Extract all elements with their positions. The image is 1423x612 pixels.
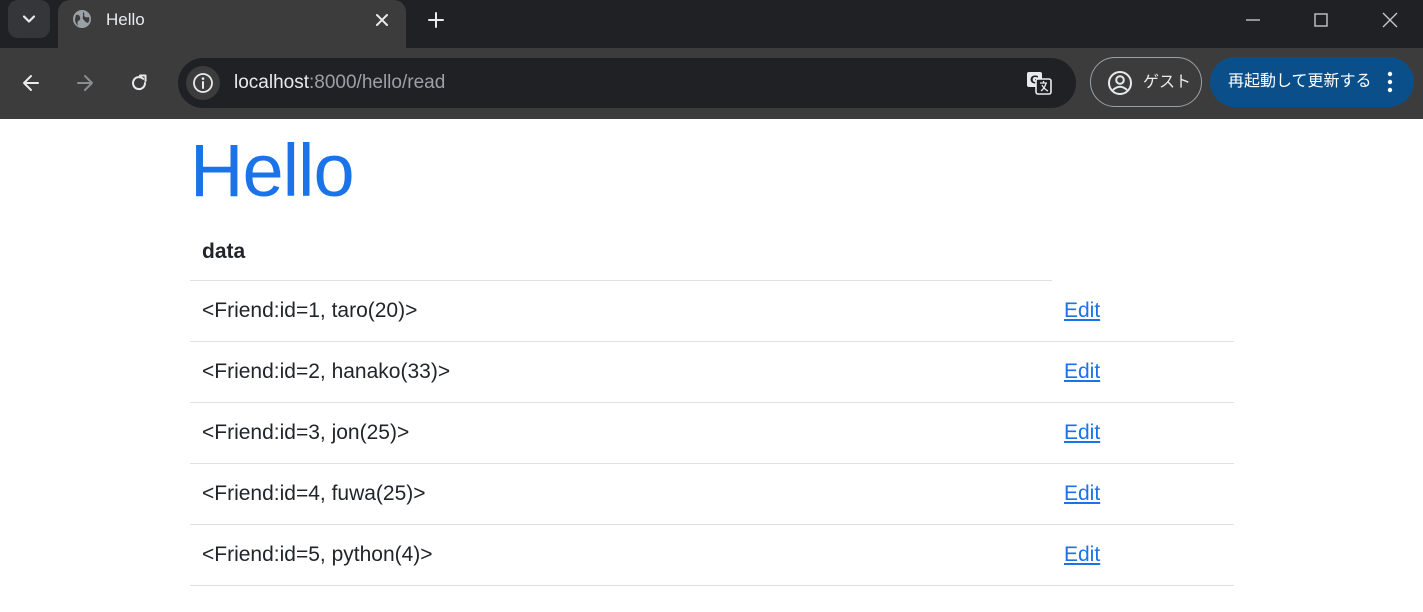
tab-title: Hello: [106, 10, 145, 29]
row-label: <Friend:id=3, jon(25)>: [202, 421, 410, 444]
table-row: <Friend:id=3, jon(25)> Edit: [190, 403, 1234, 464]
update-label: 再起動して更新する: [1228, 71, 1372, 90]
active-tab[interactable]: Hello: [58, 0, 406, 48]
relaunch-update-button[interactable]: 再起動して更新する: [1210, 57, 1414, 107]
edit-link[interactable]: Edit: [1064, 359, 1100, 385]
chevron-down-icon: [22, 15, 36, 23]
arrow-right-icon: [77, 75, 93, 91]
browser-toolbar: localhost:8000/hello/read G ゲスト 再起動して更新す…: [0, 48, 1423, 119]
maximize-icon: [1314, 13, 1328, 27]
table-row: <Friend:id=1, taro(20)> Edit: [190, 281, 1234, 342]
profile-button[interactable]: ゲスト: [1090, 57, 1202, 107]
tab-search-button[interactable]: [8, 0, 50, 38]
table-header-row: data: [190, 225, 1234, 281]
window-close-button[interactable]: [1375, 6, 1405, 34]
row-label: <Friend:id=5, python(4)>: [202, 543, 433, 566]
tab-strip: Hello: [0, 0, 1423, 48]
row-label: <Friend:id=1, taro(20)>: [202, 299, 418, 322]
minimize-icon: [1246, 19, 1260, 21]
translate-icon: G: [1027, 72, 1052, 95]
url-host: localhost: [234, 72, 309, 93]
globe-icon: [73, 10, 91, 28]
account-icon: [1108, 71, 1132, 95]
plus-icon: [428, 12, 444, 28]
url-path: :8000/hello/read: [309, 72, 446, 93]
table-header-cell: data: [190, 225, 1052, 281]
table-row: <Friend:id=5, python(4)> Edit: [190, 525, 1234, 586]
profile-label: ゲスト: [1143, 72, 1192, 91]
row-label: <Friend:id=2, hanako(33)>: [202, 360, 451, 383]
table-header-label: data: [202, 240, 246, 263]
page-title: Hello: [190, 129, 355, 212]
edit-link[interactable]: Edit: [1064, 420, 1100, 446]
more-menu-button[interactable]: [1382, 69, 1398, 95]
close-icon: [1382, 12, 1398, 28]
reload-icon: [132, 74, 147, 91]
address-bar[interactable]: localhost:8000/hello/read G: [178, 58, 1076, 108]
page-content: Hello data <Friend:id=1, taro(20)> Edit …: [0, 119, 1423, 612]
reload-button[interactable]: [124, 68, 154, 98]
edit-link[interactable]: Edit: [1064, 481, 1100, 507]
data-table: data <Friend:id=1, taro(20)> Edit <Frien…: [190, 225, 1234, 586]
translate-button[interactable]: G: [1024, 69, 1054, 97]
maximize-button[interactable]: [1306, 6, 1336, 34]
table-row: <Friend:id=4, fuwa(25)> Edit: [190, 464, 1234, 525]
forward-button[interactable]: [70, 68, 100, 98]
table-row: <Friend:id=2, hanako(33)> Edit: [190, 342, 1234, 403]
new-tab-button[interactable]: [422, 6, 450, 34]
site-info-button[interactable]: [186, 66, 220, 100]
info-icon: [193, 73, 213, 93]
more-vertical-icon: [1387, 71, 1393, 93]
close-icon: [376, 14, 388, 26]
edit-link[interactable]: Edit: [1064, 542, 1100, 568]
url-text[interactable]: localhost:8000/hello/read: [234, 71, 445, 95]
arrow-left-icon: [23, 75, 39, 91]
tab-close-button[interactable]: [370, 8, 394, 32]
minimize-button[interactable]: [1238, 6, 1268, 34]
edit-link[interactable]: Edit: [1064, 298, 1100, 324]
row-label: <Friend:id=4, fuwa(25)>: [202, 482, 426, 505]
back-button[interactable]: [16, 68, 46, 98]
